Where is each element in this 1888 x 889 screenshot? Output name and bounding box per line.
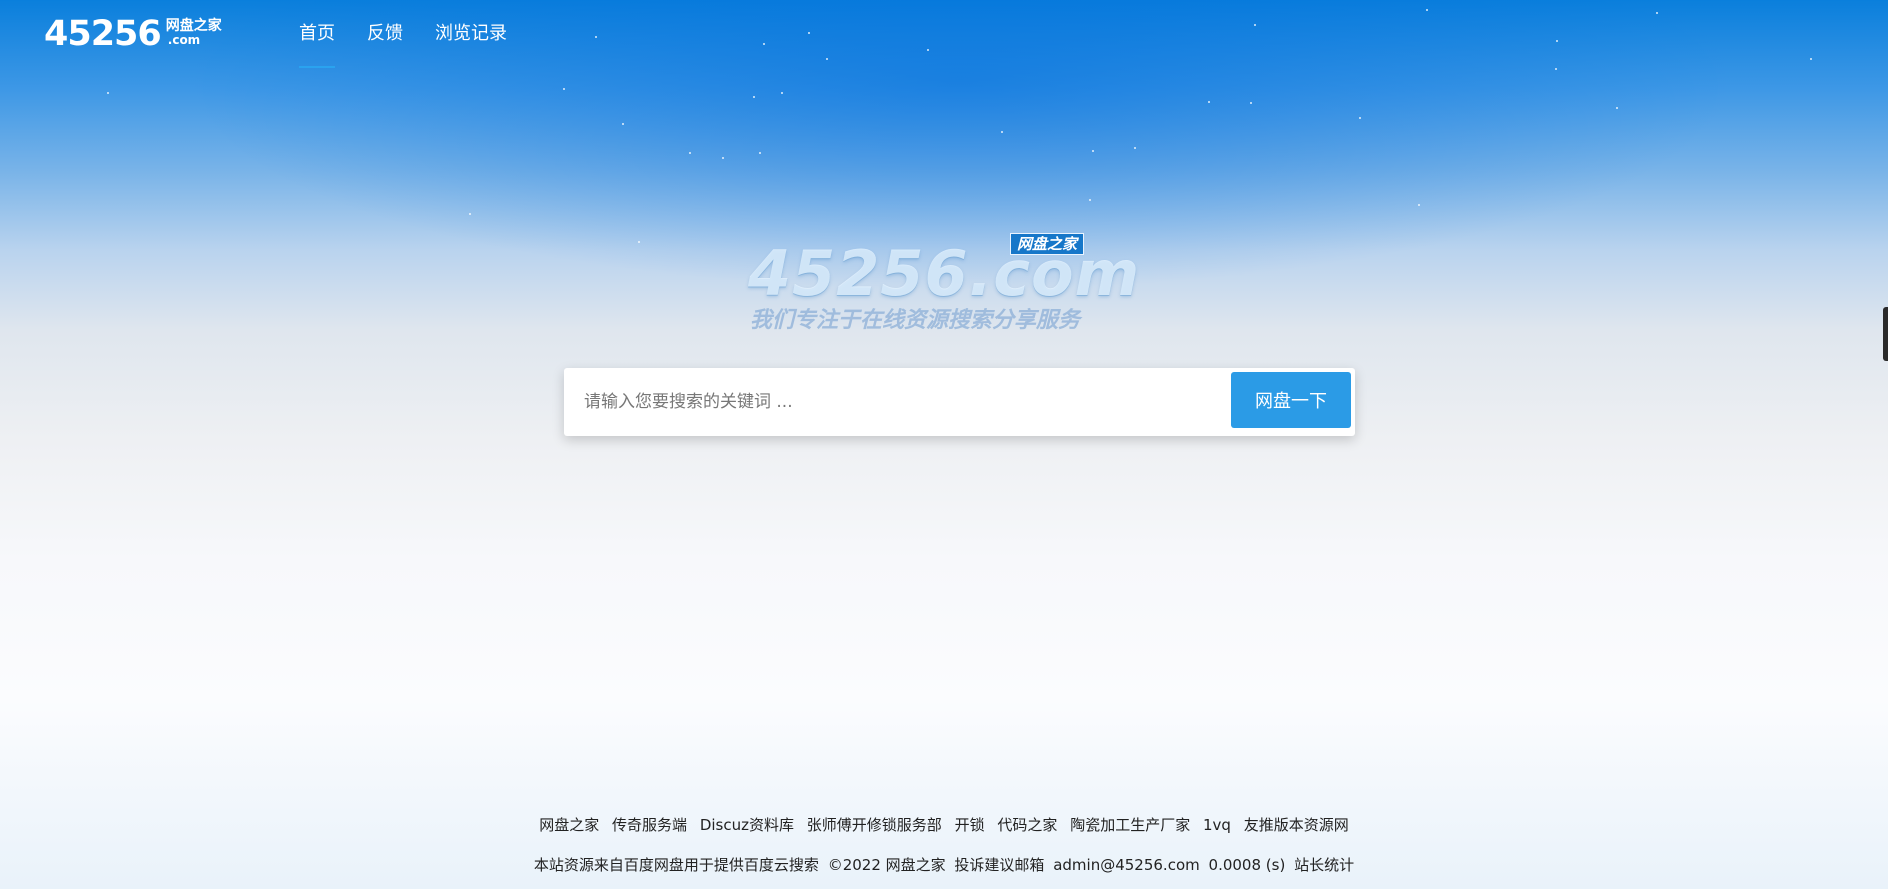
star [1418, 204, 1420, 206]
site-logo[interactable]: 45256 网盘之家 .com [44, 14, 222, 54]
star [622, 123, 624, 125]
nav-home[interactable]: 首页 [283, 0, 351, 68]
star [1208, 101, 1210, 103]
logo-text: 网盘之家 .com [166, 19, 222, 47]
contact-label: 投诉建议邮箱 [954, 856, 1045, 874]
header: 45256 网盘之家 .com 首页 反馈 浏览记录 [0, 0, 1888, 70]
star [1250, 102, 1252, 104]
footer-link[interactable]: 陶瓷加工生产厂家 [1070, 816, 1190, 834]
footer-link[interactable]: 张师傅开修锁服务部 [807, 816, 942, 834]
star [563, 88, 565, 90]
nav-feedback[interactable]: 反馈 [351, 0, 419, 68]
star [1616, 107, 1618, 109]
brand-slogan: 我们专注于在线资源搜索分享服务 [750, 308, 1081, 333]
contact-email[interactable]: admin@45256.com [1053, 856, 1200, 874]
page-timing: 0.0008 (s) [1208, 856, 1286, 874]
star [753, 96, 755, 98]
star [759, 152, 761, 154]
star [1089, 199, 1091, 201]
main-nav: 首页 反馈 浏览记录 [283, 0, 523, 68]
footer-link[interactable]: 传奇服务端 [612, 816, 687, 834]
footer-link[interactable]: 友推版本资源网 [1244, 816, 1349, 834]
scrollbar-handle[interactable] [1883, 307, 1888, 361]
brand-domain: 45256.com [748, 237, 1141, 310]
nav-history[interactable]: 浏览记录 [419, 0, 523, 68]
star [722, 157, 724, 159]
footer-link[interactable]: 网盘之家 [539, 816, 599, 834]
footer-link[interactable]: 代码之家 [997, 816, 1057, 834]
search-input[interactable] [582, 378, 1166, 426]
search-button[interactable]: 网盘一下 [1231, 372, 1351, 428]
star [107, 92, 109, 94]
star [638, 241, 640, 243]
brand-logo: 网盘之家 45256.com 我们专注于在线资源搜索分享服务 [748, 228, 1168, 338]
footer-link[interactable]: Discuz资料库 [700, 816, 794, 834]
footer-link[interactable]: 开锁 [955, 816, 985, 834]
stats-link[interactable]: 站长统计 [1294, 856, 1354, 874]
sky-background [0, 0, 1888, 889]
search-box: 网盘一下 [564, 368, 1355, 436]
star [1359, 117, 1361, 119]
logo-number: 45256 [44, 14, 162, 54]
star [1134, 147, 1136, 149]
star [1001, 131, 1003, 133]
logo-name: 网盘之家 [165, 18, 222, 34]
source-text: 本站资源来自百度网盘用于提供百度云搜索 [533, 856, 819, 874]
star [689, 152, 691, 154]
star [1092, 150, 1094, 152]
star [469, 213, 471, 215]
footer-info: 本站资源来自百度网盘用于提供百度云搜索 ©2022 网盘之家 投诉建议邮箱 ad… [0, 854, 1888, 876]
star [781, 92, 783, 94]
logo-domain: .com [167, 33, 201, 47]
copyright: ©2022 网盘之家 [827, 856, 946, 874]
footer-link[interactable]: 1vq [1203, 816, 1231, 834]
friend-links: 网盘之家 传奇服务端 Discuz资料库 张师傅开修锁服务部 开锁 代码之家 陶… [0, 814, 1888, 836]
